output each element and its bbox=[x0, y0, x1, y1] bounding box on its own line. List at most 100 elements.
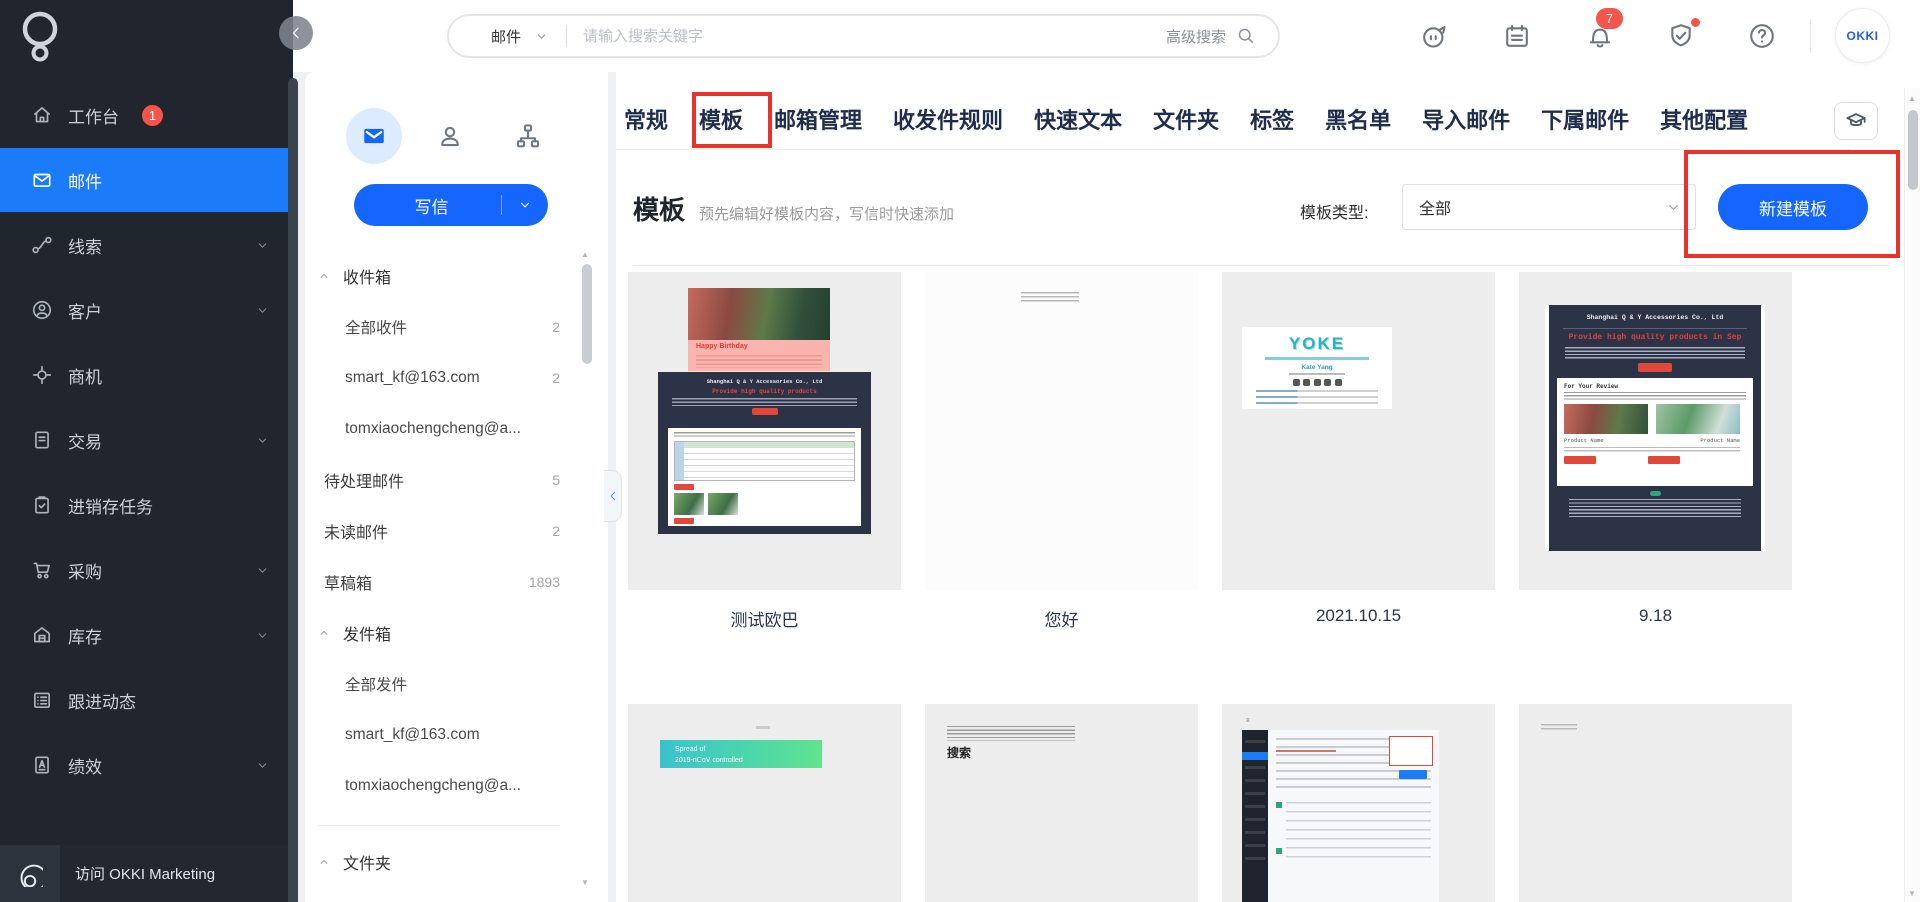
tab-6[interactable]: 文件夹 bbox=[1153, 103, 1219, 135]
compose-button[interactable]: 写信 bbox=[354, 184, 548, 226]
folder-item[interactable]: 待处理邮件 5 bbox=[305, 454, 560, 505]
security-shield-icon[interactable] bbox=[1666, 18, 1700, 51]
tab-5[interactable]: 快速文本 bbox=[1034, 103, 1122, 135]
folder-section[interactable]: 收件箱 bbox=[305, 250, 560, 301]
tab-9[interactable]: 导入邮件 bbox=[1422, 103, 1510, 135]
sidebar-scrollbar[interactable] bbox=[288, 78, 298, 902]
template-card-thumb[interactable]: Shanghai Q & Y Accessories Co., Ltd Prov… bbox=[1519, 272, 1792, 590]
tab-3[interactable]: 邮箱管理 bbox=[774, 103, 862, 135]
tab-8[interactable]: 黑名单 bbox=[1325, 103, 1391, 135]
tab-2[interactable]: 模板 bbox=[699, 103, 743, 135]
template-card-thumb[interactable]: 搜索 bbox=[925, 704, 1198, 902]
tab-10[interactable]: 下属邮件 bbox=[1541, 103, 1629, 135]
academy-cap-icon[interactable] bbox=[1834, 102, 1878, 140]
template-card-thumb[interactable] bbox=[925, 272, 1198, 590]
chevron-down-icon[interactable] bbox=[256, 304, 269, 317]
scroll-down-icon[interactable]: ▼ bbox=[1908, 889, 1916, 898]
search-icon[interactable] bbox=[1236, 26, 1256, 46]
org-view-icon[interactable] bbox=[514, 122, 542, 150]
sidebar-item-mail[interactable]: 邮件 bbox=[0, 148, 293, 212]
folder-item[interactable]: tomxiaochengcheng@a... bbox=[305, 403, 560, 454]
assistant-icon[interactable] bbox=[1419, 21, 1449, 51]
sidebar-item-home[interactable]: 工作台 1 bbox=[0, 83, 293, 147]
search-input[interactable] bbox=[583, 27, 1166, 45]
template-type-select[interactable]: 全部 bbox=[1402, 184, 1696, 230]
page-title: 模板 bbox=[633, 195, 686, 225]
template-card[interactable]: YOKE Kate Yang 2021.10.15 bbox=[1222, 272, 1495, 704]
marketing-footer[interactable]: 访问 OKKI Marketing bbox=[0, 845, 293, 902]
template-card-thumb[interactable]: Spread of 2019-nCoV controlled bbox=[628, 704, 901, 902]
sidebar-item-label: 工作台 bbox=[68, 107, 119, 127]
folder-item[interactable]: 未读邮件 2 bbox=[305, 505, 560, 556]
template-card[interactable]: 搜索 bbox=[925, 704, 1198, 902]
marketing-link-label[interactable]: 访问 OKKI Marketing bbox=[75, 863, 215, 884]
template-card-thumb[interactable]: YOKE Kate Yang bbox=[1222, 272, 1495, 590]
tab-1[interactable]: 常规 bbox=[624, 103, 668, 135]
template-card-thumb[interactable]: Happy Birthday Shanghai Q & Y Accessorie… bbox=[628, 272, 901, 590]
template-card[interactable]: Shanghai Q & Y Accessories Co., Ltd Prov… bbox=[1519, 272, 1792, 704]
main-scrollbar[interactable]: ▲ ▼ bbox=[1904, 88, 1920, 902]
template-card-thumb[interactable]: ≡ bbox=[1222, 704, 1495, 902]
sidebar-item-cart[interactable]: 采购 bbox=[0, 538, 293, 602]
folder-item[interactable]: 草稿箱 1893 bbox=[305, 556, 560, 607]
chevron-down-icon[interactable] bbox=[256, 434, 269, 447]
sidebar-item-grade[interactable]: 绩效 bbox=[0, 733, 293, 797]
tab-4[interactable]: 收发件规则 bbox=[893, 103, 1003, 135]
page-subtitle: 预先编辑好模板内容，写信时快速添加 bbox=[699, 206, 955, 223]
chevron-down-icon[interactable] bbox=[256, 564, 269, 577]
search-scope-select[interactable]: 邮件 bbox=[491, 26, 521, 47]
sidebar-item-feed[interactable]: 跟进动态 bbox=[0, 668, 293, 732]
sidebar-item-warehouse[interactable]: 库存 bbox=[0, 603, 293, 667]
help-icon[interactable] bbox=[1747, 21, 1777, 51]
sidebar-item-doc[interactable]: 交易 bbox=[0, 408, 293, 472]
template-card-thumb[interactable] bbox=[1519, 704, 1792, 902]
folder-item[interactable]: tomxiaochengcheng@a... bbox=[305, 760, 560, 811]
chevron-down-icon[interactable] bbox=[256, 759, 269, 772]
calendar-icon[interactable] bbox=[1502, 21, 1532, 51]
folder-item[interactable]: 全部发件 bbox=[305, 658, 560, 709]
scroll-up-icon[interactable]: ▲ bbox=[1908, 94, 1916, 103]
contacts-view-icon[interactable] bbox=[436, 122, 464, 150]
account-avatar[interactable]: OKKI bbox=[1835, 8, 1890, 63]
template-card[interactable]: Happy Birthday Shanghai Q & Y Accessorie… bbox=[628, 272, 901, 704]
chevron-up-icon[interactable] bbox=[318, 627, 330, 639]
chevron-up-icon[interactable] bbox=[318, 856, 330, 868]
sidebar-collapse-button[interactable] bbox=[279, 16, 313, 50]
sidebar: 工作台 1 邮件 线索 客户 商机 交易 进销存任务 采购 库存 跟进动态 绩效 访问 OKKI Ma… bbox=[0, 0, 298, 902]
panel-collapse-handle[interactable] bbox=[604, 470, 622, 522]
template-card[interactable]: Spread of 2019-nCoV controlled bbox=[628, 704, 901, 902]
scrollbar-thumb[interactable] bbox=[1908, 110, 1918, 190]
folder-section[interactable]: 发件箱 bbox=[305, 607, 560, 658]
target-icon bbox=[31, 364, 53, 386]
sidebar-item-target[interactable]: 商机 bbox=[0, 343, 293, 407]
warehouse-icon bbox=[31, 624, 53, 646]
template-card[interactable]: ≡ bbox=[1222, 704, 1495, 902]
panel-scroll-up-icon[interactable]: ▲ bbox=[581, 250, 589, 259]
feed-icon bbox=[31, 689, 53, 711]
template-card[interactable]: 您好 bbox=[925, 272, 1198, 704]
folder-item[interactable]: 全部收件 2 bbox=[305, 301, 560, 352]
folder-item[interactable]: smart_kf@163.com 2 bbox=[305, 352, 560, 403]
sidebar-item-leads[interactable]: 线索 bbox=[0, 213, 293, 277]
tab-7[interactable]: 标签 bbox=[1250, 103, 1294, 135]
advanced-search-button[interactable]: 高级搜索 bbox=[1166, 26, 1226, 47]
folder-item[interactable]: smart_kf@163.com bbox=[305, 709, 560, 760]
notifications-bell-icon[interactable]: 7 bbox=[1585, 8, 1623, 51]
compose-dropdown-icon[interactable] bbox=[502, 198, 548, 212]
folder-section[interactable]: 文件夹 bbox=[305, 836, 560, 887]
tab-11[interactable]: 其他配置 bbox=[1660, 103, 1748, 135]
customer-icon bbox=[31, 299, 53, 321]
template-grid: Happy Birthday Shanghai Q & Y Accessorie… bbox=[628, 272, 1792, 902]
sidebar-item-clipboard[interactable]: 进销存任务 bbox=[0, 473, 293, 537]
mail-view-icon[interactable] bbox=[346, 108, 402, 164]
sidebar-item-customer[interactable]: 客户 bbox=[0, 278, 293, 342]
chevron-down-icon[interactable] bbox=[535, 30, 548, 43]
panel-scrollbar-thumb[interactable] bbox=[582, 264, 592, 364]
new-template-button[interactable]: 新建模板 bbox=[1718, 184, 1868, 230]
template-card[interactable] bbox=[1519, 704, 1792, 902]
chevron-down-icon[interactable] bbox=[256, 239, 269, 252]
chevron-up-icon[interactable] bbox=[318, 270, 330, 282]
search-bar: 邮件 高级搜索 bbox=[447, 14, 1280, 58]
chevron-down-icon[interactable] bbox=[256, 629, 269, 642]
panel-scroll-down-icon[interactable]: ▼ bbox=[581, 878, 589, 887]
